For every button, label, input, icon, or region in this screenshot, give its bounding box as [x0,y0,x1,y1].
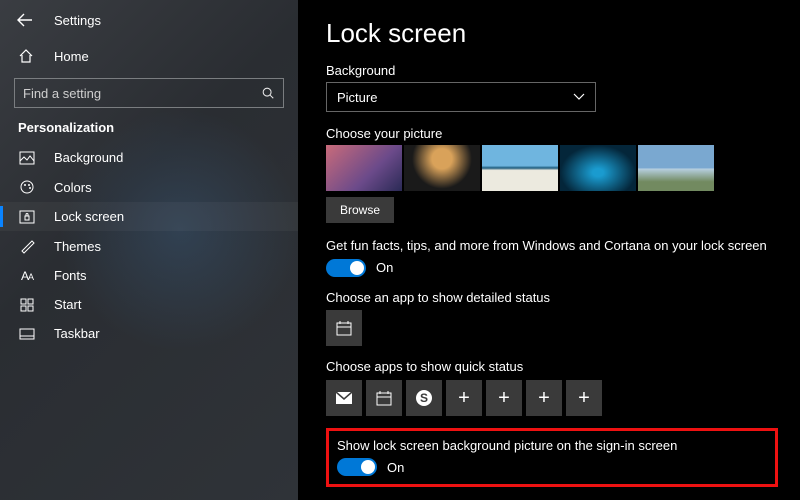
sidebar-item-label: Themes [54,239,101,254]
search-icon [261,86,275,100]
picture-thumbnails [326,145,778,191]
signin-bg-toggle[interactable] [337,458,377,476]
picture-thumb[interactable] [560,145,636,191]
image-icon [18,151,36,165]
picture-thumb[interactable] [404,145,480,191]
detailed-status-app-tile[interactable] [326,310,362,346]
lock-icon [18,210,36,224]
home-icon [18,48,36,64]
sidebar-item-background[interactable]: Background [0,143,298,172]
plus-icon: + [498,388,510,408]
background-value: Picture [337,90,377,105]
calendar-icon [335,319,353,337]
taskbar-icon [18,328,36,340]
sidebar-section-header: Personalization [0,118,298,143]
sidebar-item-label: Taskbar [54,326,100,341]
browse-button[interactable]: Browse [326,197,394,223]
quick-status-tile-add[interactable]: + [526,380,562,416]
detailed-status-label: Choose an app to show detailed status [326,289,778,307]
annotation-highlight: Show lock screen background picture on t… [326,428,778,488]
fun-facts-state: On [376,260,393,275]
signin-bg-label: Show lock screen background picture on t… [337,437,767,455]
page-title: Lock screen [326,18,778,49]
quick-status-tile-add[interactable]: + [566,380,602,416]
picture-thumb[interactable] [326,145,402,191]
font-icon: AA [18,269,36,283]
start-icon [18,298,36,312]
fun-facts-toggle[interactable] [326,259,366,277]
sidebar-item-themes[interactable]: Themes [0,231,298,261]
back-button[interactable] [14,9,36,31]
sidebar-home[interactable]: Home [0,40,298,72]
palette-icon [18,179,36,195]
search-input[interactable] [23,86,261,101]
svg-text:S: S [420,391,428,405]
chevron-down-icon [573,93,585,101]
quick-status-label: Choose apps to show quick status [326,358,778,376]
quick-status-tile-mail[interactable] [326,380,362,416]
picture-thumb[interactable] [482,145,558,191]
choose-picture-label: Choose your picture [326,126,778,141]
signin-bg-state: On [387,460,404,475]
background-dropdown[interactable]: Picture [326,82,596,112]
sidebar-item-start[interactable]: Start [0,290,298,319]
sidebar-item-lock-screen[interactable]: Lock screen [0,202,298,231]
fun-facts-label: Get fun facts, tips, and more from Windo… [326,237,778,255]
brush-icon [18,238,36,254]
plus-icon: + [578,388,590,408]
sidebar-item-label: Colors [54,180,92,195]
sidebar-item-colors[interactable]: Colors [0,172,298,202]
calendar-icon [375,389,393,407]
mail-icon [335,391,353,405]
plus-icon: + [538,388,550,408]
quick-status-tile-add[interactable]: + [446,380,482,416]
quick-status-tile-add[interactable]: + [486,380,522,416]
sidebar-home-label: Home [54,49,89,64]
background-label: Background [326,63,778,78]
quick-status-tile-calendar[interactable] [366,380,402,416]
skype-icon: S [414,388,434,408]
sidebar-item-label: Start [54,297,81,312]
sidebar-item-fonts[interactable]: AA Fonts [0,261,298,290]
quick-status-tiles: S + + + + [326,380,778,416]
window-title: Settings [54,13,101,28]
back-arrow-icon [17,12,33,28]
picture-thumb[interactable] [638,145,714,191]
sidebar-item-label: Lock screen [54,209,124,224]
plus-icon: + [458,388,470,408]
main-panel: Lock screen Background Picture Choose yo… [298,0,800,500]
sidebar-item-taskbar[interactable]: Taskbar [0,319,298,348]
sidebar: Settings Home Personalization Background… [0,0,298,500]
sidebar-item-label: Background [54,150,123,165]
quick-status-tile-skype[interactable]: S [406,380,442,416]
sidebar-item-label: Fonts [54,268,87,283]
search-box[interactable] [14,78,284,108]
